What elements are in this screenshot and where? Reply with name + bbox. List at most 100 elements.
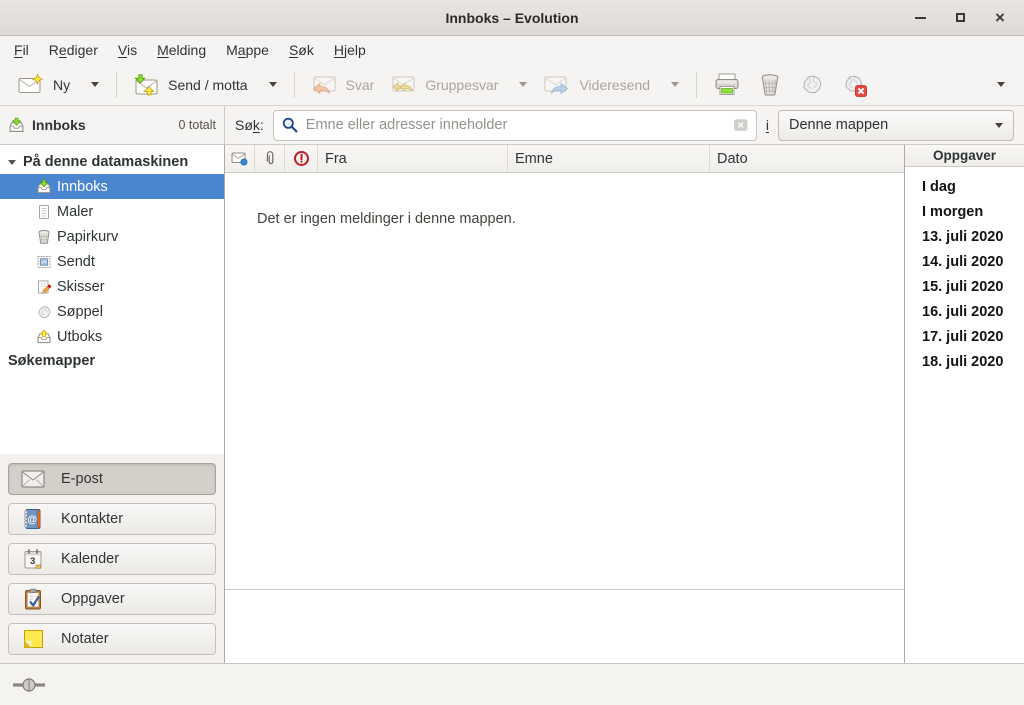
switcher-mail-button[interactable]: E-post: [8, 463, 216, 495]
message-status-icon: [231, 151, 248, 166]
message-list-body[interactable]: Det er ingen meldinger i denne mappen.: [225, 173, 904, 589]
forward-dropdown[interactable]: [658, 77, 688, 92]
task-list[interactable]: I dag I morgen 13. juli 2020 14. juli 20…: [905, 167, 1024, 375]
folder-innboks[interactable]: Innboks: [0, 174, 224, 199]
task-pane: Oppgaver I dag I morgen 13. juli 2020 14…: [905, 145, 1024, 663]
search-input[interactable]: [306, 117, 726, 133]
search-in-label: i: [766, 117, 769, 133]
tree-root-on-this-computer[interactable]: På denne datamaskinen: [0, 150, 224, 174]
online-status-plug-icon[interactable]: [12, 677, 46, 693]
folder-maler[interactable]: Maler: [0, 199, 224, 224]
chevron-down-icon: [671, 82, 679, 87]
toolbar-separator: [696, 72, 697, 98]
task-group: 13. juli 2020: [922, 225, 1024, 250]
junk-icon: [800, 73, 824, 97]
search-box[interactable]: [273, 110, 757, 141]
delete-button[interactable]: [749, 68, 791, 102]
inbox-icon: [36, 179, 52, 195]
menu-melding[interactable]: Melding: [147, 38, 216, 62]
current-folder-name: Innboks: [32, 117, 86, 133]
statusbar: [0, 663, 1024, 705]
switcher-contacts-button[interactable]: @ Kontakter: [8, 503, 216, 535]
group-reply-dropdown[interactable]: [506, 77, 536, 92]
maximize-icon: [956, 13, 965, 22]
send-receive-button[interactable]: Send / motta: [125, 70, 255, 100]
switcher-tasks-button[interactable]: Oppgaver: [8, 583, 216, 615]
junk-button[interactable]: [791, 68, 833, 102]
search-label: Søk:: [235, 117, 264, 133]
task-pane-header[interactable]: Oppgaver: [905, 145, 1024, 167]
message-list-header: Fra Emne Dato: [225, 145, 904, 173]
menu-hjelp[interactable]: Hjelp: [324, 38, 376, 62]
folder-skisser[interactable]: Skisser: [0, 274, 224, 299]
printer-icon: [714, 73, 740, 96]
toolbar-separator: [116, 72, 117, 98]
evolution-window: Innboks – Evolution × Fil Rediger Vis Me…: [0, 0, 1024, 705]
menu-sok[interactable]: Søk: [279, 38, 324, 62]
menu-rediger[interactable]: Rediger: [39, 38, 108, 62]
notes-icon: [20, 629, 46, 649]
group-reply-button[interactable]: Gruppesvar: [382, 71, 506, 99]
column-importance[interactable]: [285, 145, 318, 172]
tree-root-search-folders[interactable]: Søkemapper: [0, 349, 224, 373]
maximize-button[interactable]: [952, 10, 968, 26]
switcher-memos-button[interactable]: Notater: [8, 623, 216, 655]
column-attachment[interactable]: [255, 145, 285, 172]
menu-vis[interactable]: Vis: [108, 38, 147, 62]
task-group: 15. juli 2020: [922, 275, 1024, 300]
column-from[interactable]: Fra: [318, 145, 508, 172]
toolbar: Ny Send / motta Svar: [0, 64, 1024, 106]
close-icon: ×: [995, 9, 1005, 26]
reply-button[interactable]: Svar: [303, 71, 383, 99]
window-controls: ×: [912, 10, 1024, 26]
chevron-down-icon: [995, 123, 1003, 128]
calendar-icon: 3: [20, 548, 46, 570]
minimize-icon: [915, 17, 926, 19]
column-subject[interactable]: Emne: [508, 145, 710, 172]
task-group: 16. juli 2020: [922, 300, 1024, 325]
forward-label: Videresend: [579, 77, 650, 93]
message-list-pane: Fra Emne Dato Det er ingen meldinger i d…: [225, 145, 905, 663]
new-message-dropdown[interactable]: [78, 77, 108, 92]
outbox-icon: [36, 329, 52, 345]
menu-fil[interactable]: Fil: [4, 38, 39, 62]
menu-mappe[interactable]: Mappe: [216, 38, 279, 62]
new-button-label: Ny: [53, 77, 70, 93]
minimize-button[interactable]: [912, 10, 928, 26]
folder-message-count: 0 totalt: [178, 118, 216, 132]
group-reply-icon: [390, 75, 416, 95]
folder-utboks[interactable]: Utboks: [0, 324, 224, 349]
column-read-status[interactable]: [225, 145, 255, 172]
new-message-button[interactable]: Ny: [10, 70, 78, 99]
empty-folder-text: Det er ingen meldinger i denne mappen.: [257, 211, 516, 227]
search-scope-dropdown[interactable]: Denne mappen: [778, 110, 1014, 141]
folder-papirkurv[interactable]: Papirkurv: [0, 224, 224, 249]
message-preview-pane[interactable]: [225, 589, 904, 663]
task-group: 14. juli 2020: [922, 250, 1024, 275]
search-row: Innboks 0 totalt Søk: i Denne mappen: [0, 106, 1024, 145]
forward-icon: [544, 75, 570, 95]
folder-sendt[interactable]: Sendt: [0, 249, 224, 274]
expander-icon[interactable]: [8, 160, 16, 165]
send-receive-dropdown[interactable]: [256, 77, 286, 92]
column-date[interactable]: Dato: [710, 145, 904, 172]
chevron-down-icon: [519, 82, 527, 87]
window-title: Innboks – Evolution: [0, 10, 1024, 26]
search-area: Søk: i Denne mappen: [225, 106, 1024, 144]
switcher-calendar-button[interactable]: 3 Kalender: [8, 543, 216, 575]
clear-search-icon[interactable]: [733, 117, 749, 133]
toolbar-overflow-button[interactable]: [984, 77, 1014, 92]
titlebar[interactable]: Innboks – Evolution ×: [0, 0, 1024, 36]
chevron-down-icon: [997, 82, 1005, 87]
drafts-icon: [36, 279, 52, 295]
junk-icon: [36, 304, 52, 320]
close-button[interactable]: ×: [992, 10, 1008, 26]
chevron-down-icon: [91, 82, 99, 87]
forward-button[interactable]: Videresend: [536, 71, 658, 99]
search-scope-value: Denne mappen: [789, 117, 888, 133]
not-junk-button[interactable]: [833, 68, 877, 102]
print-button[interactable]: [705, 68, 749, 101]
importance-icon: [293, 150, 310, 167]
templates-icon: [36, 204, 52, 220]
folder-soppel[interactable]: Søppel: [0, 299, 224, 324]
